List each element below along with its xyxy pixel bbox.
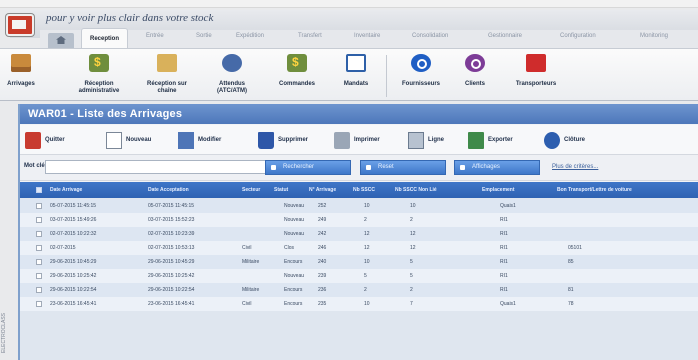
delete-button[interactable]: Supprimer [258,132,324,149]
display-button[interactable]: Affichages [454,160,540,175]
tab-sortie[interactable]: Sortie [196,33,212,39]
printer-icon [334,132,350,149]
document-icon [346,54,366,72]
row-checkbox[interactable] [36,245,42,251]
top-strip [0,0,698,8]
box-icon [11,54,31,72]
new-button[interactable]: Nouveau [106,132,168,149]
export-button[interactable]: Exporter [468,132,530,149]
truck-icon [526,54,546,72]
table-row[interactable]: 02-07-2015 02-07-2015 10:53:13 Civil Clo… [20,241,698,255]
row-checkbox[interactable] [36,301,42,307]
arrivages-window: WAR01 - Liste des Arrivages Quitter Nouv… [18,104,698,360]
app-logo-icon [6,14,34,36]
tab-inventaire[interactable]: Inventaire [354,33,380,39]
truck-box-icon [157,54,177,72]
table-row[interactable]: 29-06-2015 10:22:54 29-06-2015 10:22:54 … [20,283,698,297]
row-checkbox[interactable] [36,287,42,293]
table-row[interactable]: 23-06-2015 16:45:41 23-06-2015 16:45:41 … [20,297,698,311]
search-label: Mot clé [24,163,45,169]
table-row[interactable]: 29-06-2015 10:45:29 29-06-2015 10:45:29 … [20,255,698,269]
tab-expedition[interactable]: Expédition [236,33,264,39]
column-header[interactable]: Statut [274,187,288,193]
edit-icon [178,132,194,149]
new-document-icon [106,132,122,149]
table-row[interactable]: 05-07-2015 11:45:15 05-07-2015 11:45:15 … [20,199,698,213]
table-header: Date Arrivage Date Acceptation Secteur S… [20,182,698,198]
client-icon [465,54,485,72]
row-checkbox[interactable] [36,259,42,265]
side-caption: ELECTROCLASS [1,312,7,353]
home-tab[interactable] [48,33,74,48]
tab-consolidation[interactable]: Consolidation [412,33,448,39]
supplier-icon [411,54,431,72]
tab-monitoring[interactable]: Monitoring [640,33,668,39]
print-button[interactable]: Imprimer [334,132,396,149]
search-bar: Mot clé Rechercher Reset Affichages Plus… [20,155,698,181]
quit-button[interactable]: Quitter [25,132,79,149]
tab-configuration[interactable]: Configuration [560,33,596,39]
tab-reception[interactable]: Reception [81,28,129,48]
reset-button[interactable]: Reset [360,160,446,175]
tab-transfert[interactable]: Transfert [298,33,322,39]
search-button[interactable]: Rechercher [265,160,351,175]
window-header: WAR01 - Liste des Arrivages [20,104,698,124]
close-register-icon [544,132,560,149]
select-all-checkbox[interactable] [36,187,42,193]
settings-icon [222,54,242,72]
order-icon [287,54,307,72]
column-header[interactable]: Date Arrivage [50,187,82,193]
list-toolbar: Quitter Nouveau Modifier Supprimer Impri… [20,125,698,155]
tab-entree[interactable]: Entrée [146,33,164,39]
exit-icon [25,132,41,149]
export-icon [468,132,484,149]
arrivages-table: Date Arrivage Date Acceptation Secteur S… [20,182,698,360]
column-header[interactable]: Nb SSCC Non Lié [395,187,437,193]
home-icon [56,36,66,44]
column-header[interactable]: Secteur [242,187,260,193]
column-header[interactable]: N° Arrivage [309,187,336,193]
column-header[interactable]: Date Acceptation [148,187,189,193]
money-box-icon [89,54,109,72]
more-criteria-link[interactable]: Plus de critères... [552,164,598,170]
close-button[interactable]: Clôture [544,132,606,149]
search-input[interactable] [45,160,275,174]
table-row[interactable]: 03-07-2015 15:49:26 03-07-2015 15:52:23 … [20,213,698,227]
row-checkbox[interactable] [36,231,42,237]
row-checkbox[interactable] [36,273,42,279]
line-icon [408,132,424,149]
column-header[interactable]: Bon Transport/Lettre de voiture [557,187,632,193]
line-button[interactable]: Ligne [408,132,456,149]
table-row[interactable]: 29-06-2015 10:25:42 29-06-2015 10:25:42 … [20,269,698,283]
window-title: WAR01 - Liste des Arrivages [28,108,183,120]
tab-gestionnaire[interactable]: Gestionnaire [488,33,522,39]
row-checkbox[interactable] [36,203,42,209]
ribbon-toolbar: Arrivages Réception administrative Récep… [0,48,698,101]
column-header[interactable]: Nb SSCC [353,187,375,193]
trash-icon [258,132,274,149]
app-title: pour y voir plus clair dans votre stock [46,12,214,24]
edit-button[interactable]: Modifier [178,132,238,149]
column-header[interactable]: Emplacement [482,187,515,193]
table-row[interactable]: 02-07-2015 10:22:32 02-07-2015 10:23:39 … [20,227,698,241]
ribbon-tabs: Reception Entrée Sortie Expédition Trans… [40,28,698,48]
ribbon-separator [386,55,387,97]
row-checkbox[interactable] [36,217,42,223]
